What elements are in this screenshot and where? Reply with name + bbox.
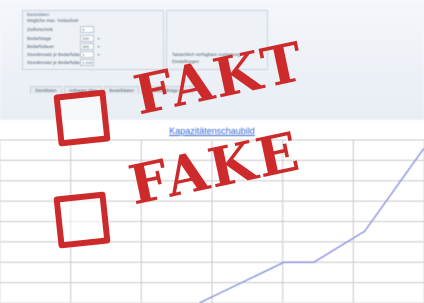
checkbox-fakt[interactable] [53,89,111,147]
screenshot-stage: Basisdaten Mögliche max. Vorlaufzeit Zie… [0,0,424,303]
checkbox-fake[interactable] [53,191,111,249]
